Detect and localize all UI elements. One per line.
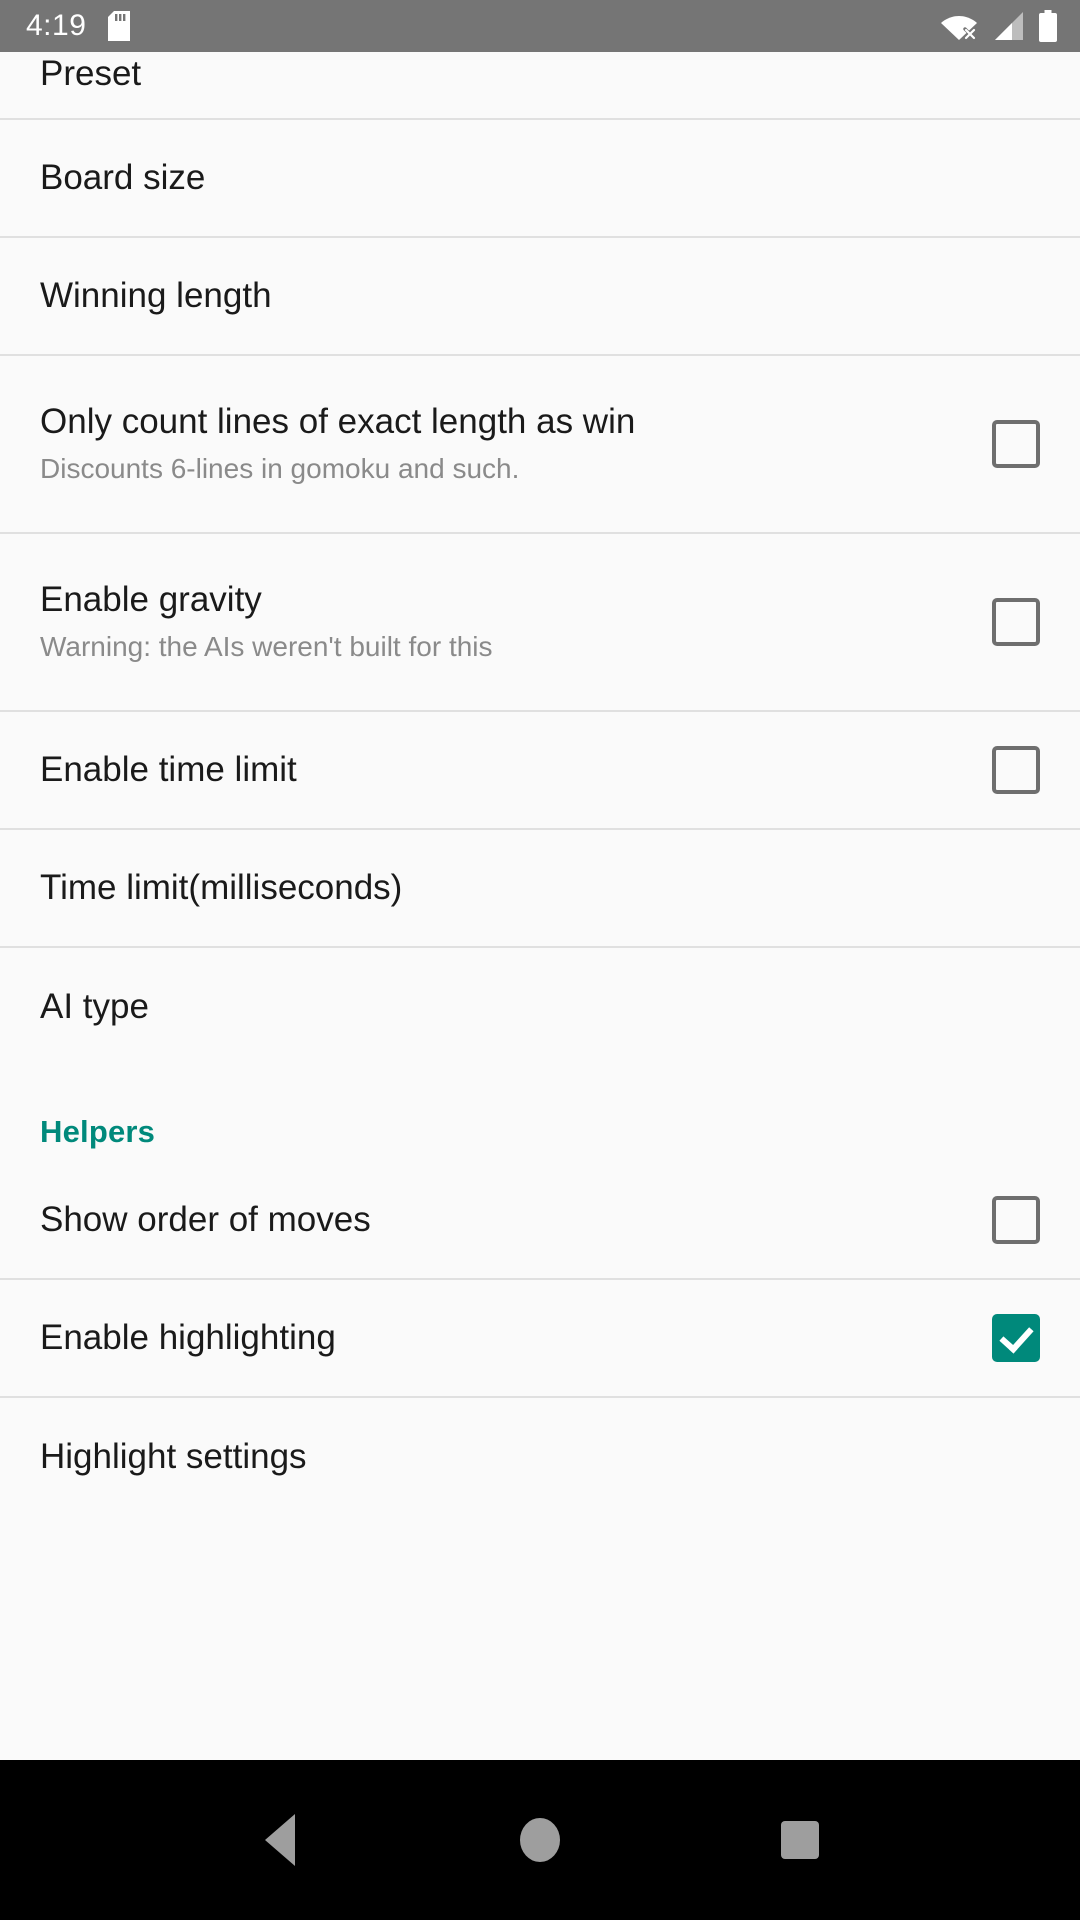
row-text: Show order of moves [40,1200,968,1240]
settings-row-enable-highlighting[interactable]: Enable highlighting [0,1280,1080,1398]
settings-row-enable-time-limit[interactable]: Enable time limit [0,712,1080,830]
back-triangle-icon [265,1814,295,1866]
settings-row-preset[interactable]: Preset [0,52,1080,120]
nav-home-button[interactable] [480,1780,600,1900]
sd-card-icon [108,11,131,41]
wifi-off-icon [940,11,978,41]
checkbox-enable-gravity[interactable] [992,598,1040,646]
status-clock: 4:19 [26,9,87,42]
settings-row-time-limit-value[interactable]: Time limit(milliseconds) [0,830,1080,948]
row-text: Enable time limit [40,750,968,790]
row-title: Highlight settings [40,1436,307,1476]
row-title: Preset [40,54,142,93]
row-text: Winning length [40,276,1040,316]
status-bar-left: 4:19 [26,11,940,41]
row-title: AI type [40,986,149,1026]
settings-row-show-order-of-moves[interactable]: Show order of moves [0,1162,1080,1280]
checkbox-exact-length[interactable] [992,420,1040,468]
row-text: Enable highlighting [40,1318,968,1358]
status-bar: 4:19 [0,0,1080,52]
settings-list[interactable]: Preset Board size Winning length Only co… [0,52,1080,1760]
checkbox-show-order-of-moves[interactable] [992,1196,1040,1244]
home-circle-icon [520,1818,560,1862]
row-summary: Warning: the AIs weren't built for this [40,631,493,663]
settings-row-board-size[interactable]: Board size [0,120,1080,238]
row-title: Show order of moves [40,1199,371,1239]
row-text: Only count lines of exact length as win … [40,402,968,486]
checkbox-enable-highlighting[interactable] [992,1314,1040,1362]
nav-back-button[interactable] [220,1780,340,1900]
row-title: Enable gravity [40,580,262,620]
checkbox-enable-time-limit[interactable] [992,746,1040,794]
row-text: Enable gravity Warning: the AIs weren't … [40,580,968,664]
battery-icon [1038,10,1058,42]
settings-row-enable-gravity[interactable]: Enable gravity Warning: the AIs weren't … [0,534,1080,712]
section-header-label: Helpers [40,1114,156,1149]
android-navigation-bar [0,1760,1080,1920]
row-summary: Discounts 6-lines in gomoku and such. [40,453,520,485]
section-header-helpers: Helpers [0,1066,1080,1162]
row-title: Enable time limit [40,749,297,789]
settings-row-ai-type[interactable]: AI type [0,948,1080,1066]
row-title: Board size [40,157,206,197]
recents-square-icon [781,1821,819,1859]
settings-row-winning-length[interactable]: Winning length [0,238,1080,356]
nav-recents-button[interactable] [740,1780,860,1900]
row-text: Highlight settings [40,1437,1040,1477]
row-title: Only count lines of exact length as win [40,402,636,442]
row-title: Winning length [40,275,272,315]
status-bar-right [940,10,1058,42]
row-text: Preset [40,54,1040,94]
settings-row-exact-length[interactable]: Only count lines of exact length as win … [0,356,1080,534]
row-text: Time limit(milliseconds) [40,868,1040,908]
cellular-signal-icon [992,11,1024,41]
row-title: Enable highlighting [40,1317,336,1357]
row-text: Board size [40,158,1040,198]
row-title: Time limit(milliseconds) [40,867,403,907]
settings-row-highlight-settings[interactable]: Highlight settings [0,1398,1080,1516]
row-text: AI type [40,987,1040,1027]
